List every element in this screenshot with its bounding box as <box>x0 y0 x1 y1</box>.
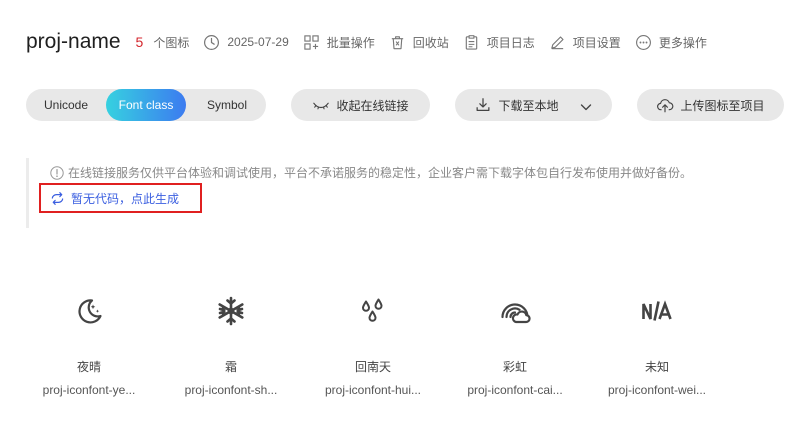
download-icon <box>474 96 492 114</box>
project-name: proj-name <box>26 30 121 53</box>
project-settings-label: 项目设置 <box>572 35 621 50</box>
icon-class: proj-iconfont-wei... <box>607 383 707 397</box>
cloud-upload-icon <box>656 96 674 114</box>
icon-card-ye[interactable]: 夜晴 proj-iconfont-ye... <box>34 294 144 398</box>
info-icon <box>50 165 64 180</box>
download-local-label: 下载至本地 <box>498 98 559 113</box>
closed-eye-icon <box>312 96 330 114</box>
snowflake-icon <box>215 294 247 328</box>
icon-name: 夜晴 <box>76 360 101 374</box>
na-icon <box>641 294 673 328</box>
more-ops-label: 更多操作 <box>658 35 707 50</box>
icon-card-shuang[interactable]: 霜 proj-iconfont-sh... <box>176 294 286 398</box>
date-text: 2025-07-29 <box>227 35 289 49</box>
upload-icons-button[interactable]: 上传图标至项目 <box>637 89 784 121</box>
icon-class: proj-iconfont-hui... <box>324 383 422 397</box>
project-log-button[interactable]: 项目日志 <box>463 34 535 51</box>
icon-name: 霜 <box>224 360 237 374</box>
download-local-button[interactable]: 下载至本地 <box>455 89 612 121</box>
icon-class: proj-iconfont-cai... <box>467 383 563 397</box>
notice-bar <box>26 158 29 228</box>
clock-icon <box>203 34 220 51</box>
rainbow-icon <box>499 294 531 328</box>
water-drops-icon <box>357 294 389 328</box>
pencil-icon <box>549 34 566 51</box>
recycle-bin-label: 回收站 <box>412 35 449 50</box>
icon-card-wei[interactable]: 未知 proj-iconfont-wei... <box>602 294 712 398</box>
moon-icon <box>73 294 105 328</box>
upload-icons-label: 上传图标至项目 <box>680 98 765 113</box>
icon-class: proj-iconfont-sh... <box>184 383 278 397</box>
project-header: proj-name 5 个图标 2025-07-29 批量操作 回收站 项目日志… <box>26 28 707 56</box>
generate-code-link[interactable]: 暂无代码，点此生成 <box>39 183 202 213</box>
tab-unicode[interactable]: Unicode <box>26 89 106 121</box>
date-info: 2025-07-29 <box>203 34 289 51</box>
icon-card-cai[interactable]: 彩虹 proj-iconfont-cai... <box>460 294 570 398</box>
project-log-label: 项目日志 <box>486 35 535 50</box>
icon-count: 5 <box>135 34 144 50</box>
chevron-down-icon[interactable] <box>579 98 593 112</box>
more-dots-icon <box>635 34 652 51</box>
collapse-online-link-label: 收起在线链接 <box>336 98 409 113</box>
generate-code-label: 暂无代码，点此生成 <box>71 191 180 206</box>
icon-class: proj-iconfont-ye... <box>42 383 136 397</box>
icon-name: 回南天 <box>354 360 391 374</box>
icon-name: 彩虹 <box>502 360 527 374</box>
grid-icon <box>303 34 320 51</box>
notice-message: 在线链接服务仅供平台体验和调试使用，平台不承诺服务的稳定性，企业客户需下载字体包… <box>50 164 692 181</box>
batch-ops-label: 批量操作 <box>326 35 375 50</box>
icon-card-hui[interactable]: 回南天 proj-iconfont-hui... <box>318 294 428 398</box>
project-settings-button[interactable]: 项目设置 <box>549 34 621 51</box>
refresh-icon <box>50 191 65 206</box>
clipboard-icon <box>463 34 480 51</box>
collapse-online-link-button[interactable]: 收起在线链接 <box>291 89 430 121</box>
icon-name: 未知 <box>644 360 669 374</box>
notice-text: 在线链接服务仅供平台体验和调试使用，平台不承诺服务的稳定性，企业客户需下载字体包… <box>68 166 693 180</box>
trash-icon <box>389 34 406 51</box>
tab-font-class[interactable]: Font class <box>106 89 186 121</box>
more-ops-button[interactable]: 更多操作 <box>635 34 707 51</box>
recycle-bin-button[interactable]: 回收站 <box>389 34 449 51</box>
code-type-tabs: Unicode Font class Symbol <box>26 89 266 121</box>
batch-ops-button[interactable]: 批量操作 <box>303 34 375 51</box>
tab-symbol[interactable]: Symbol <box>186 89 266 121</box>
icon-count-label: 个图标 <box>153 35 190 50</box>
